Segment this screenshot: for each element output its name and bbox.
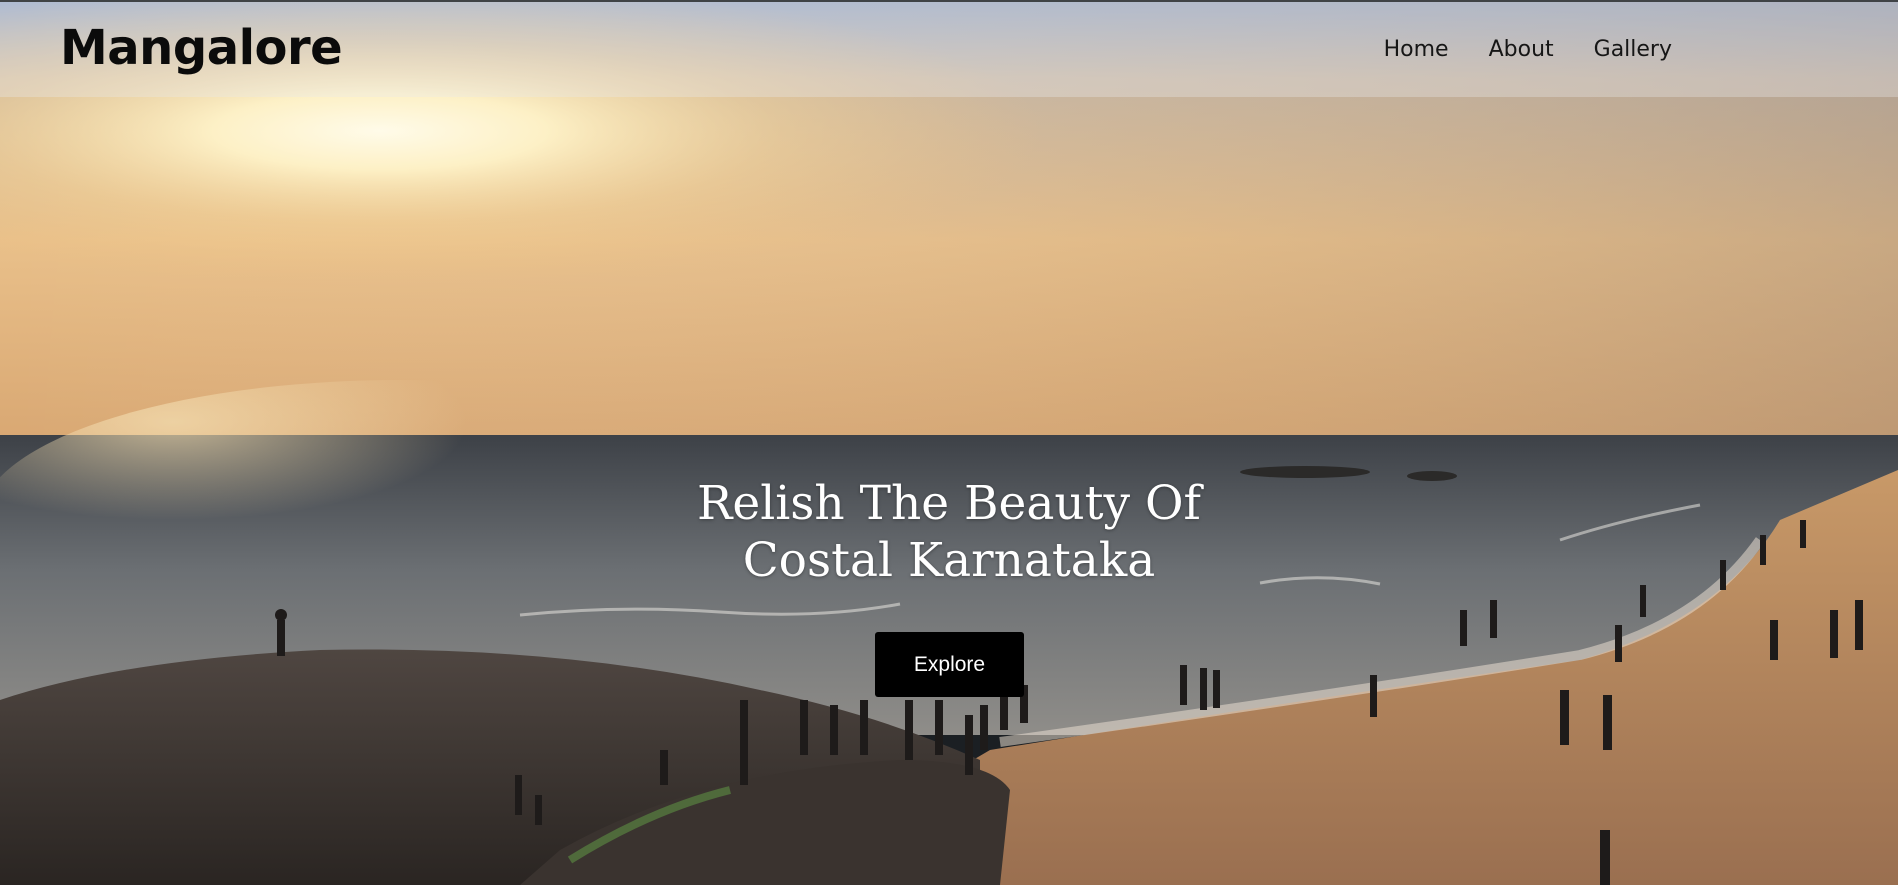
hero-headline-line-2: Costal Karnataka [742, 533, 1156, 588]
nav-link-about[interactable]: About [1489, 32, 1554, 68]
hero-headline-line-1: Relish The Beauty Of [697, 476, 1201, 531]
main-nav: Home About Gallery [1384, 32, 1672, 68]
nav-link-gallery[interactable]: Gallery [1594, 32, 1672, 68]
hero-background-image [0, 0, 1898, 885]
nav-link-home[interactable]: Home [1384, 32, 1449, 68]
hero-headline: Relish The Beauty Of Costal Karnataka [0, 475, 1898, 589]
site-header: Mangalore Home About Gallery [0, 0, 1898, 97]
hero-section [0, 0, 1898, 885]
site-logo[interactable]: Mangalore [60, 18, 343, 78]
explore-button[interactable]: Explore [875, 632, 1024, 697]
